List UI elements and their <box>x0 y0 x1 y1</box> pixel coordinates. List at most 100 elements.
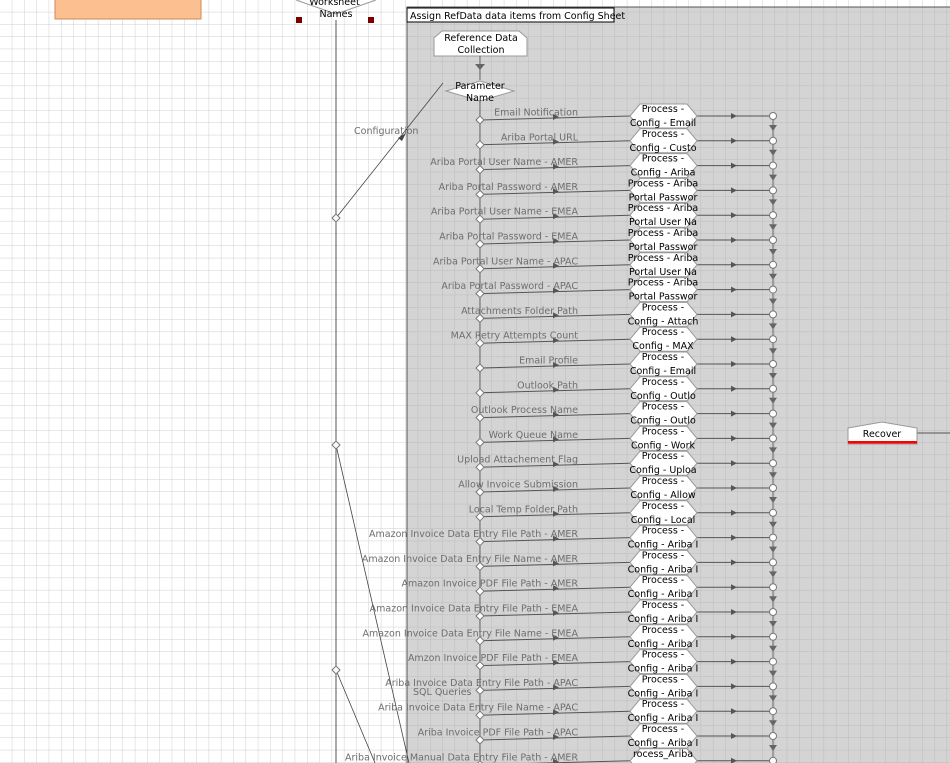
block-title: Assign RefData data items from Config Sh… <box>410 11 625 22</box>
choice-label: Amazon Invoice PDF File Path - AMER <box>402 579 579 590</box>
join-node[interactable] <box>769 756 777 763</box>
process-label-line1: Process - Ariba <box>628 253 698 264</box>
process-label-line2: Config - Work <box>631 440 696 451</box>
selection-handle[interactable] <box>296 17 302 23</box>
process-label-line2: Config - MAX <box>632 341 694 352</box>
join-node[interactable] <box>769 707 777 716</box>
process-label-line1: Process - <box>642 650 685 661</box>
process-label-line1: Process - Ariba <box>628 278 698 289</box>
join-node[interactable] <box>769 434 777 443</box>
choice-label: Email Profile <box>519 356 578 367</box>
process-label-line2: Portal Passwor <box>629 242 698 253</box>
process-label-line1: Process - <box>642 426 685 437</box>
reference-data-collection-stage[interactable]: Reference Data Collection <box>433 30 528 57</box>
process-label-line1: Process - <box>642 600 685 611</box>
process-label-line1: Process - <box>642 501 685 512</box>
join-node[interactable] <box>769 112 777 120</box>
join-node[interactable] <box>769 632 777 641</box>
process-label-line2: Config - Ariba I <box>628 688 699 699</box>
process-label-line2: Config - Ariba <box>631 168 696 179</box>
choice-label: Work Queue Name <box>489 430 578 441</box>
choice-label: Ariba Invoice Manual Data Entry File Pat… <box>345 752 578 763</box>
choice-label: Ariba Portal Password - EMEA <box>439 232 578 243</box>
choice-label: Allow Invoice Submission <box>458 480 578 491</box>
process-label-line2: Config - Ariba I <box>628 564 699 575</box>
choice-label: Ariba Portal URL <box>501 132 579 143</box>
choice-label: Outlook Path <box>517 380 578 391</box>
collection-label-line2: Collection <box>458 45 505 56</box>
join-node[interactable] <box>769 682 777 691</box>
choice-label: Email Notification <box>494 108 578 119</box>
orange-stage[interactable] <box>54 0 202 20</box>
join-node[interactable] <box>769 310 777 319</box>
join-node[interactable] <box>769 186 777 195</box>
process-label-line2: Portal User Na <box>629 267 697 278</box>
join-node[interactable] <box>769 161 777 170</box>
process-label-line1: Process - Ariba <box>628 178 698 189</box>
choice-label: Ariba Portal User Name - EMEA <box>431 207 579 218</box>
process-label-line1: Process - Ariba <box>628 228 698 239</box>
process-label-line2: Config - Ariba I <box>628 540 699 551</box>
parameter-label-line1: Parameter <box>455 81 505 92</box>
join-node[interactable] <box>769 335 777 344</box>
join-node[interactable] <box>769 236 777 244</box>
choice-label: Outlook Process Name <box>471 405 578 416</box>
recover-underline <box>848 441 917 444</box>
process-label-line2: Config - Ariba I <box>628 713 699 724</box>
process-label-line1: Process - <box>642 526 685 537</box>
selection-handle[interactable] <box>368 17 374 23</box>
join-node[interactable] <box>769 583 777 592</box>
choice-label: Amazon Invoice Data Entry File Name - EM… <box>362 628 578 639</box>
process-label-line2: Portal Passwor <box>629 192 698 203</box>
process-label-line2: Config - Allow <box>630 490 696 501</box>
join-node[interactable] <box>769 732 777 740</box>
process-label-line2: Config - Local <box>631 515 696 526</box>
process-label-line2: Portal User Na <box>629 217 697 228</box>
process-label-line2: Config - Ariba I <box>628 589 699 600</box>
join-node[interactable] <box>769 533 777 542</box>
join-node[interactable] <box>769 484 777 492</box>
process-label-line2: Config - Custo <box>629 143 696 154</box>
process-label-line1: Process - <box>642 699 685 710</box>
process-label-line1: Process - <box>642 550 685 561</box>
process-label-line2: Config - Uploa <box>629 465 696 476</box>
choice-label: Amazon Invoice Data Entry File Name - AM… <box>362 554 579 565</box>
join-node[interactable] <box>769 260 777 269</box>
join-node[interactable] <box>769 360 777 368</box>
process-label-line2: Config - Ariba I <box>628 639 699 650</box>
join-node[interactable] <box>769 211 777 220</box>
join-node[interactable] <box>769 657 777 666</box>
process-label-line1: Process - <box>642 129 685 140</box>
join-node[interactable] <box>769 608 777 616</box>
choice-label: Ariba Invoice Data Entry File Path - APA… <box>385 678 578 689</box>
join-node[interactable] <box>769 285 777 294</box>
join-node[interactable] <box>769 558 777 567</box>
join-node[interactable] <box>769 508 777 517</box>
process-label-line2: Config - Ariba I <box>628 664 699 675</box>
choice-label: Ariba Invoice PDF File Path - APAC <box>418 728 579 739</box>
process-label-line2: Config - Ariba I <box>628 738 699 749</box>
process-label-line2: Config - Outlo <box>630 416 696 427</box>
process-label-line1: Process - <box>642 327 685 338</box>
process-label-line1: Process - <box>642 575 685 586</box>
process-label-line1: Process - <box>642 625 685 636</box>
choice-label: Amazon Invoice Data Entry File Path - EM… <box>370 604 579 615</box>
choice-label: Ariba Portal Password - APAC <box>441 281 578 292</box>
process-label-line2: Config - Outlo <box>630 391 696 402</box>
process-label-line1: Process - <box>642 476 685 487</box>
process-label-line2: Config - Email <box>630 118 696 129</box>
choice-label: Upload Attachement Flag <box>457 455 578 466</box>
process-diagram-canvas[interactable]: Worksheet Names Configuration SQL Querie… <box>0 0 950 763</box>
process-label-line1: Process - <box>642 154 685 165</box>
process-label-line1: Process - <box>642 377 685 388</box>
join-node[interactable] <box>769 459 777 468</box>
process-label-line1: Process - <box>642 724 685 735</box>
process-label-line1: Process - <box>642 352 685 363</box>
process-label-line1: Process - <box>642 302 685 313</box>
choice-label: Ariba Portal User Name - APAC <box>433 256 578 267</box>
choice-label: Ariba Portal User Name - AMER <box>430 157 578 168</box>
join-node[interactable] <box>769 384 777 393</box>
join-node[interactable] <box>769 409 777 418</box>
join-node[interactable] <box>769 136 777 145</box>
process-label-line1: rocess_Ariba <box>633 749 693 760</box>
